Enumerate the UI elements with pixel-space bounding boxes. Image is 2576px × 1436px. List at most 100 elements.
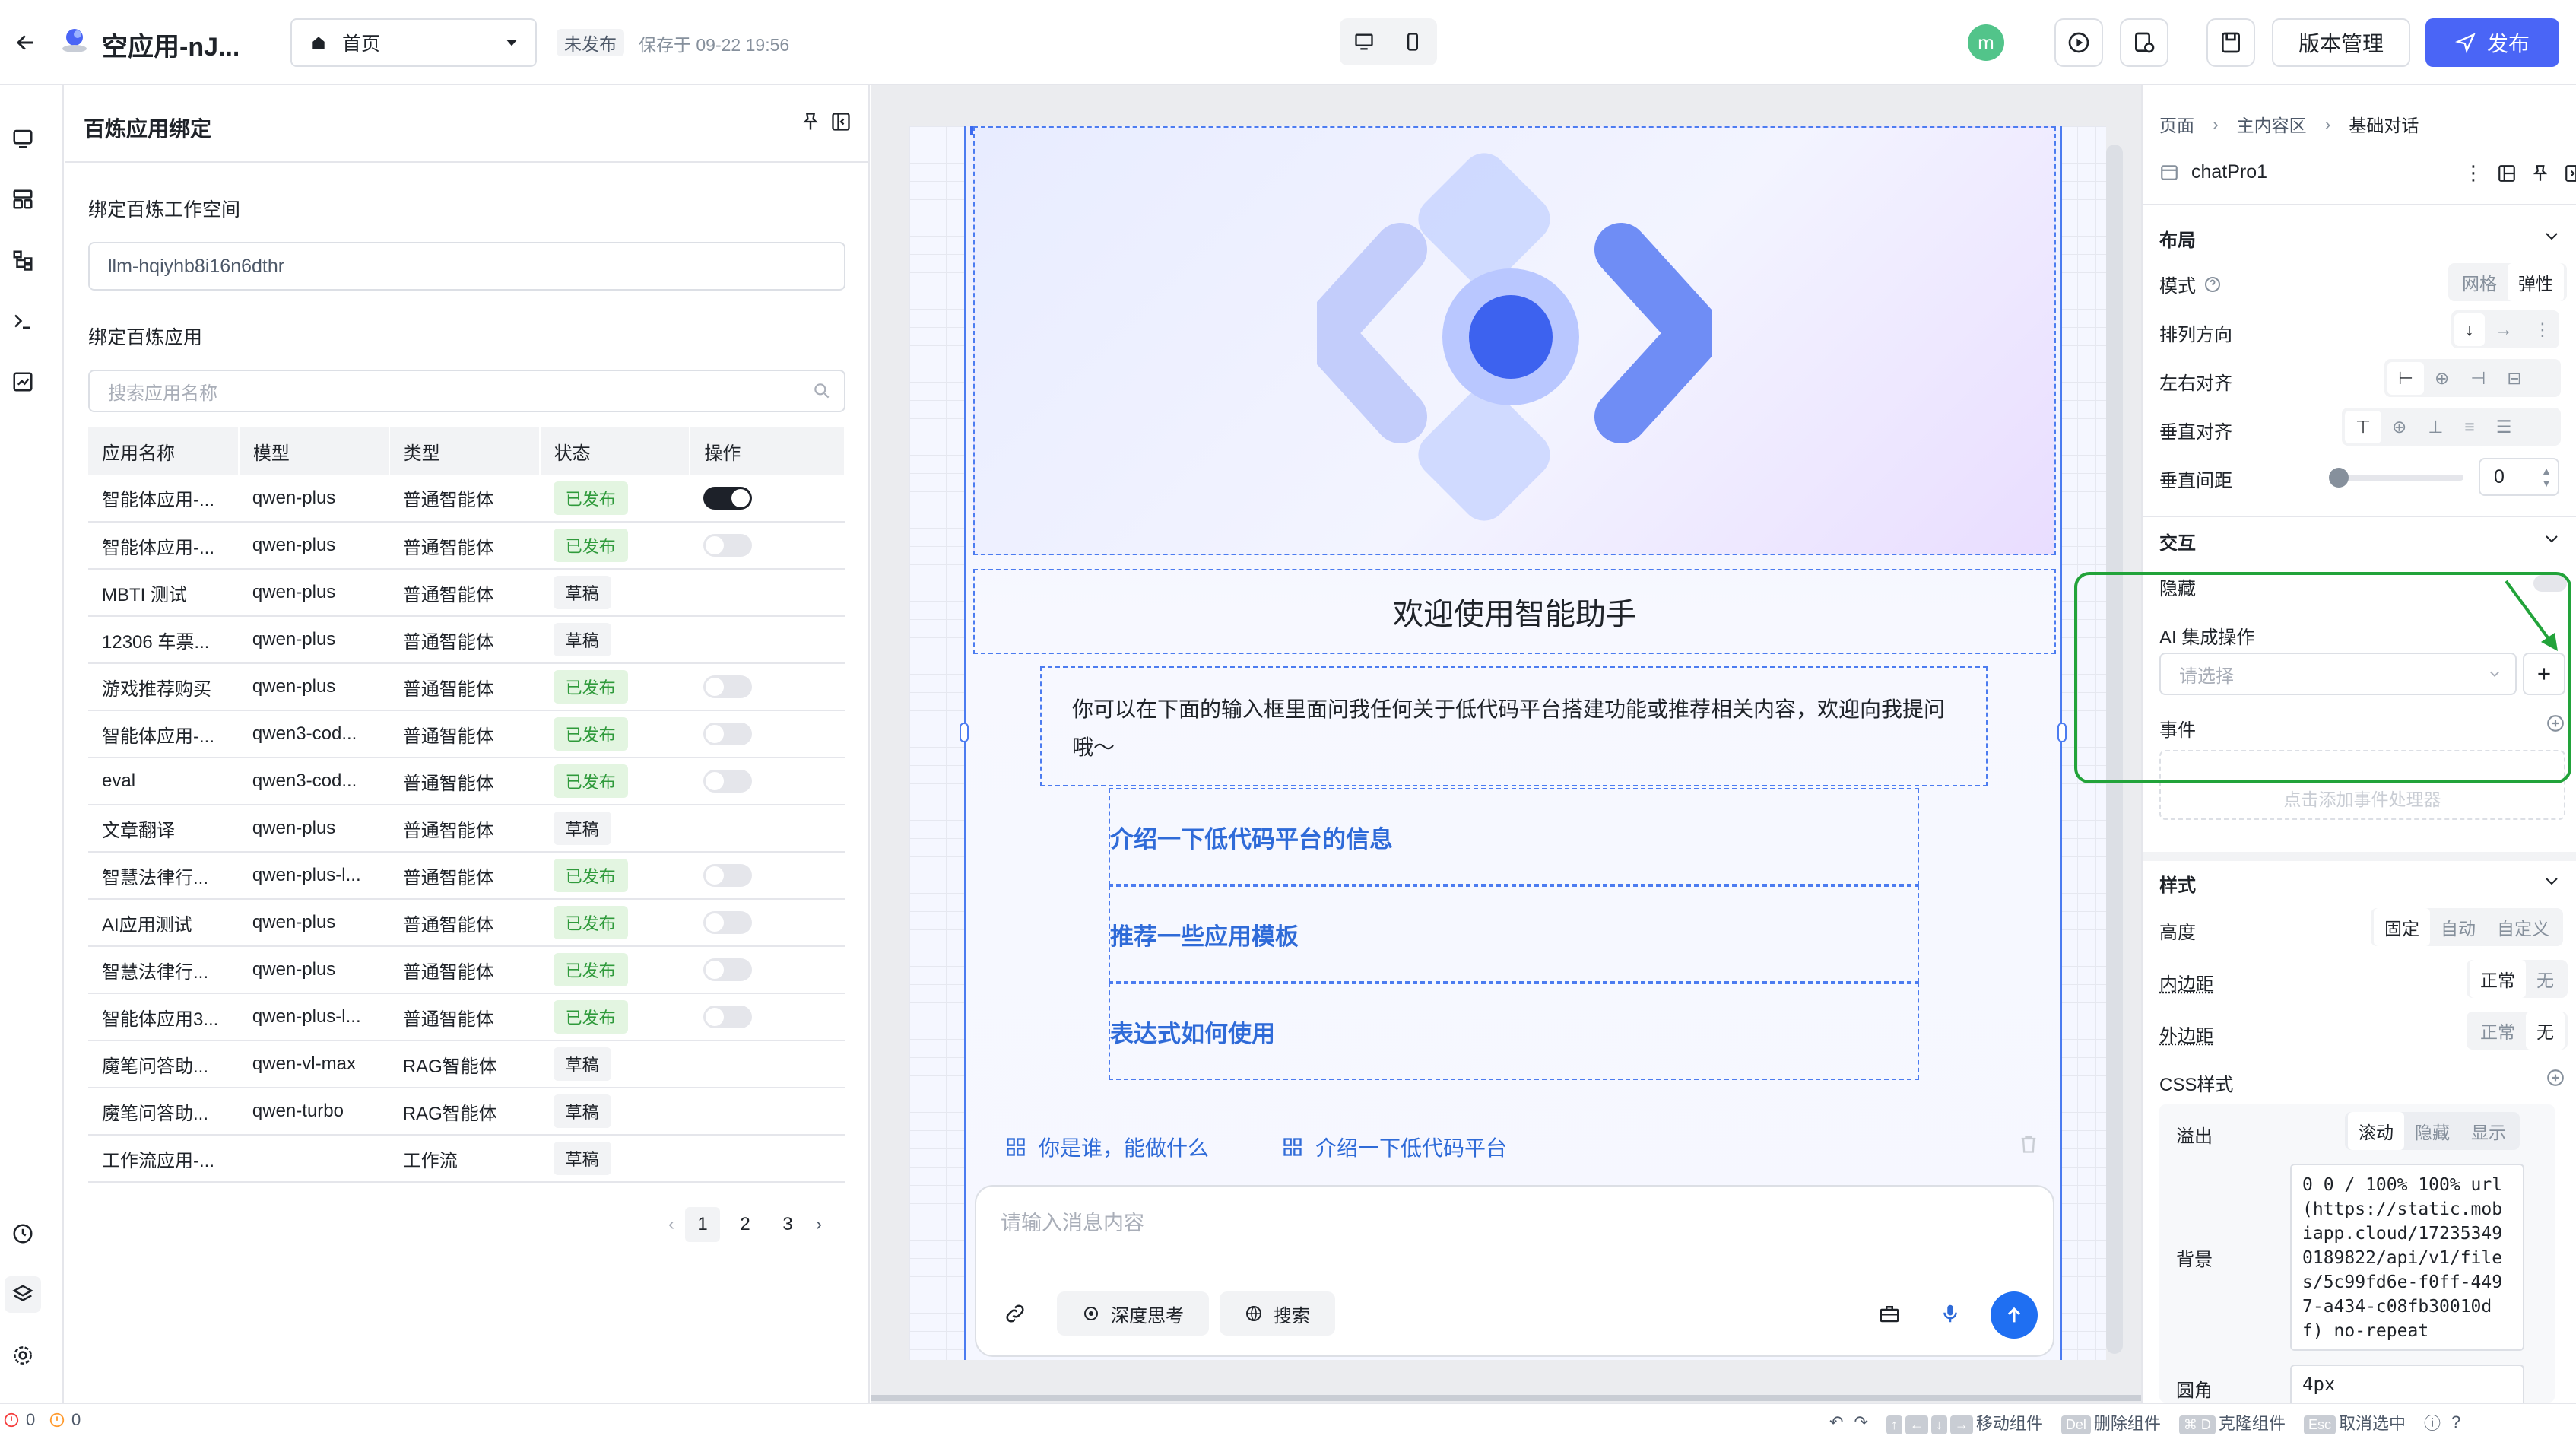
quick-prompt-1[interactable]: 你是谁，能做什么 (1005, 1132, 1209, 1162)
layout-section-title[interactable]: 布局 (2159, 225, 2196, 252)
table-row[interactable]: 智能体应用-... qwen-plus 普通智能体 已发布 (88, 475, 845, 522)
align-center-icon[interactable]: ⊕ (2424, 362, 2460, 395)
terminal-icon[interactable] (5, 303, 41, 339)
pin-icon[interactable] (2530, 164, 2550, 183)
attach-link-icon[interactable] (1004, 1302, 1026, 1329)
preview-button[interactable] (2054, 18, 2103, 67)
bind-toggle-switch[interactable] (703, 675, 752, 698)
valign-middle-icon[interactable]: ⊕ (2381, 411, 2417, 443)
components-icon[interactable] (5, 181, 41, 218)
suggestion-1[interactable]: 介绍一下低代码平台的信息 (1109, 788, 1919, 885)
stepper-arrows-icon[interactable]: ▲ ▼ (2541, 465, 2552, 489)
app-title[interactable]: 空应用-nJ... (102, 26, 240, 63)
breadcrumb-page[interactable]: 页面 (2159, 111, 2194, 137)
valign-spread-icon[interactable]: ≡ (2454, 411, 2485, 443)
web-search-button[interactable]: 搜索 (1220, 1291, 1335, 1336)
table-row[interactable]: eval qwen3-cod... 普通智能体 已发布 (88, 758, 845, 805)
banner-image[interactable] (973, 126, 2056, 555)
margin-normal-option[interactable]: 正常 (2470, 1012, 2526, 1050)
bind-toggle-switch[interactable] (703, 958, 752, 981)
margin-none-option[interactable]: 无 (2526, 1012, 2565, 1050)
padding-none-option[interactable]: 无 (2526, 960, 2565, 998)
send-message-button[interactable] (1991, 1291, 2038, 1339)
collapse-panel-icon[interactable] (830, 111, 852, 136)
chevron-down-icon[interactable] (2543, 227, 2561, 249)
table-row[interactable]: MBTI 测试 qwen-plus 普通智能体 草稿 (88, 569, 845, 616)
publish-button[interactable]: 发布 (2425, 18, 2559, 67)
trash-icon[interactable] (2018, 1133, 2039, 1158)
back-arrow-icon[interactable] (11, 27, 41, 58)
monitor-icon[interactable] (5, 120, 41, 157)
prev-page-icon[interactable]: ‹ (668, 1214, 674, 1235)
quick-prompt-2[interactable]: 介绍一下低代码平台 (1282, 1132, 1507, 1162)
mode-flex-option[interactable]: 弹性 (2508, 263, 2564, 301)
chevron-down-icon[interactable] (2543, 529, 2561, 551)
mobile-icon[interactable] (1402, 31, 1423, 52)
page-select[interactable]: 首页 (290, 18, 537, 67)
avatar[interactable]: m (1968, 24, 2004, 61)
table-row[interactable]: 魔笔问答助... qwen-turbo RAG智能体 草稿 (88, 1088, 845, 1135)
outline-tree-icon[interactable] (5, 242, 41, 278)
toolbox-icon[interactable] (1878, 1302, 1901, 1329)
undo-icon[interactable]: ↶ (1829, 1412, 1843, 1432)
resize-handle-left[interactable] (960, 723, 969, 742)
align-stretch-icon[interactable]: ⊟ (2496, 362, 2532, 395)
help-circle-icon[interactable]: ? (2451, 1412, 2460, 1432)
bind-toggle-switch[interactable] (703, 911, 752, 934)
table-row[interactable]: 游戏推荐购买 qwen-plus 普通智能体 已发布 (88, 663, 845, 710)
interaction-section-title[interactable]: 交互 (2159, 528, 2196, 554)
suggestion-3[interactable]: 表达式如何使用 (1109, 983, 1919, 1080)
mode-grid-option[interactable]: 网格 (2451, 263, 2508, 301)
table-row[interactable]: 工作流应用-... 工作流 草稿 (88, 1135, 845, 1182)
vgap-slider-knob[interactable] (2329, 468, 2349, 488)
version-manage-button[interactable]: 版本管理 (2272, 18, 2410, 67)
more-vertical-icon[interactable]: ⋮ (2463, 161, 2483, 185)
page-3-button[interactable]: 3 (770, 1207, 805, 1242)
warning-counter[interactable]: 0 (49, 1410, 81, 1430)
resize-handle-right[interactable] (2057, 723, 2067, 742)
bind-toggle-switch[interactable] (703, 534, 752, 557)
table-row[interactable]: 12306 车票... qwen-plus 普通智能体 草稿 (88, 616, 845, 663)
direction-down-icon[interactable]: ↓ (2454, 313, 2485, 346)
background-css-textarea[interactable]: 0 0 / 100% 100% url(https://static.mobia… (2290, 1164, 2524, 1351)
table-row[interactable]: 魔笔问答助... qwen-vl-max RAG智能体 草稿 (88, 1040, 845, 1088)
info-icon[interactable]: ⓘ (2424, 1410, 2441, 1434)
canvas-hscrollbar[interactable] (871, 1395, 2141, 1401)
collapse-panel-icon[interactable] (2564, 164, 2576, 183)
bind-toggle-switch[interactable] (703, 1006, 752, 1028)
bind-toggle-switch[interactable] (703, 864, 752, 887)
settings-gear-icon[interactable] (5, 1337, 41, 1374)
vgap-slider[interactable] (2339, 475, 2463, 481)
height-custom-option[interactable]: 自定义 (2486, 908, 2560, 946)
redo-icon[interactable]: ↷ (1854, 1412, 1867, 1432)
padding-normal-option[interactable]: 正常 (2470, 960, 2526, 998)
history-button[interactable] (2120, 18, 2168, 67)
component-name[interactable]: chatPro1 (2191, 161, 2267, 183)
deep-think-button[interactable]: 深度思考 (1057, 1291, 1209, 1336)
table-row[interactable]: 文章翻译 qwen-plus 普通智能体 草稿 (88, 805, 845, 852)
desktop-icon[interactable] (1353, 31, 1375, 52)
table-row[interactable]: 智能体应用-... qwen-plus 普通智能体 已发布 (88, 522, 845, 569)
microphone-icon[interactable] (1939, 1302, 1962, 1329)
next-page-icon[interactable]: › (816, 1214, 822, 1235)
radius-input[interactable]: 4px (2290, 1365, 2524, 1403)
bind-toggle-switch[interactable] (703, 487, 752, 510)
chat-input-box[interactable]: 请输入消息内容 深度思考 搜索 (975, 1185, 2054, 1357)
breadcrumb-main[interactable]: 主内容区 (2237, 111, 2307, 137)
style-section-title[interactable]: 样式 (2159, 870, 2196, 897)
height-fixed-option[interactable]: 固定 (2374, 908, 2430, 946)
app-search-input[interactable]: 搜索应用名称 (88, 370, 845, 412)
page-2-button[interactable]: 2 (728, 1207, 763, 1242)
error-counter[interactable]: 0 (3, 1410, 35, 1430)
workspace-input[interactable]: llm-hqiyhb8i16n6dthr (88, 242, 845, 291)
overflow-hidden-option[interactable]: 隐藏 (2404, 1112, 2460, 1150)
direction-wrap-icon[interactable]: ⋮ (2524, 313, 2562, 346)
table-row[interactable]: 智能体应用3... qwen-plus-l... 普通智能体 已发布 (88, 993, 845, 1040)
table-row[interactable]: 智慧法律行... qwen-plus 普通智能体 已发布 (88, 946, 845, 993)
chart-icon[interactable] (5, 364, 41, 400)
table-row[interactable]: AI应用测试 qwen-plus 普通智能体 已发布 (88, 899, 845, 946)
valign-stretch-icon[interactable]: ☰ (2486, 411, 2523, 443)
table-row[interactable]: 智能体应用-... qwen3-cod... 普通智能体 已发布 (88, 710, 845, 758)
save-button[interactable] (2206, 18, 2255, 67)
valign-bottom-icon[interactable]: ⊥ (2417, 411, 2454, 443)
